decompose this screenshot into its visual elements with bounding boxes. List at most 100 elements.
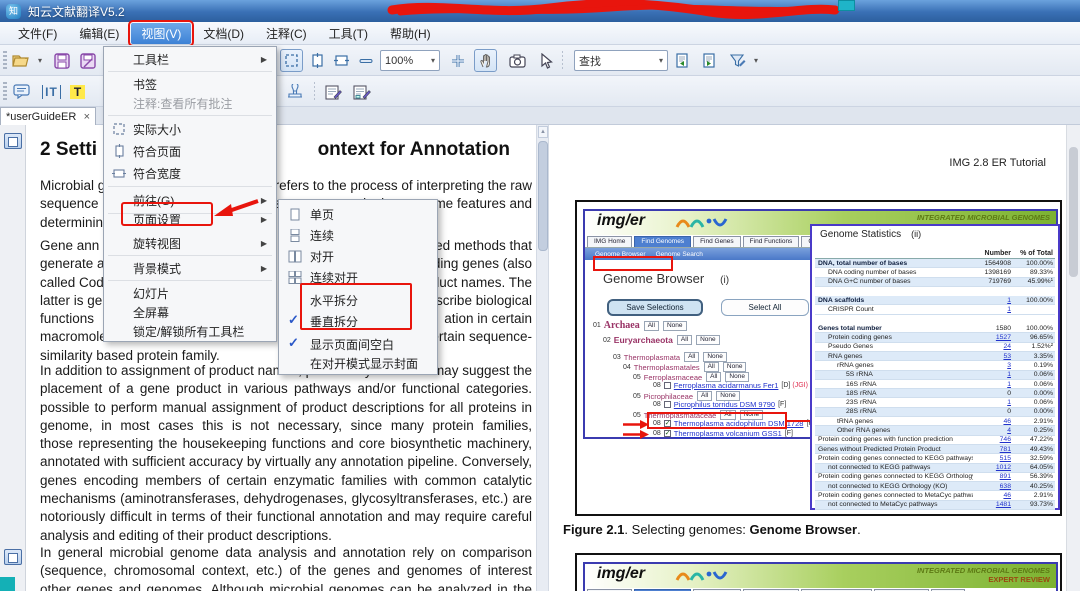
all-button[interactable]: All xyxy=(677,335,692,345)
edit-note-button[interactable] xyxy=(322,80,345,103)
stats-count-link[interactable]: 1 xyxy=(973,381,1011,388)
stats-count-link[interactable]: 53 xyxy=(973,353,1011,360)
scrollbar-thumb[interactable] xyxy=(538,141,548,251)
submenu-item-cover-facing[interactable]: 在对开模式显示封面 xyxy=(280,353,436,373)
insert-text-button[interactable]: IT xyxy=(40,80,63,103)
open-file-button[interactable] xyxy=(10,49,33,72)
view-menu-panel: 工具栏▶ 书签 注释:查看所有批注 实际大小 符合页面 符合宽度 前往(G)▶ … xyxy=(103,46,277,342)
menu-help[interactable]: 帮助(H) xyxy=(380,23,441,44)
snapshot-button[interactable] xyxy=(506,49,529,72)
submenu-item-single-page[interactable]: 单页 xyxy=(280,204,436,224)
zoom-out-button[interactable] xyxy=(354,49,377,72)
left-pane-scrollbar[interactable]: ▲ xyxy=(536,125,549,591)
fit-width-button[interactable] xyxy=(330,49,353,72)
save-selections-button[interactable]: Save Selections xyxy=(607,299,703,316)
submenu-item-facing[interactable]: 对开 xyxy=(280,246,436,266)
stats-count-link[interactable]: 4 xyxy=(973,427,1011,434)
menu-item-slideshow[interactable]: 幻灯片 xyxy=(105,283,275,304)
none-button[interactable]: None xyxy=(663,321,687,331)
stats-count-link[interactable]: 638 xyxy=(973,483,1011,490)
menu-annotation[interactable]: 注释(C) xyxy=(256,23,317,44)
menu-item-bookmarks[interactable]: 书签 xyxy=(105,74,275,95)
menu-edit[interactable]: 编辑(E) xyxy=(69,23,129,44)
filter-caret[interactable]: ▾ xyxy=(750,49,762,72)
actual-size-button[interactable] xyxy=(280,49,303,72)
toolbar-grip[interactable] xyxy=(3,51,7,70)
zoom-in-button[interactable] xyxy=(446,49,469,72)
open-file-caret[interactable]: ▾ xyxy=(34,49,46,72)
genome-checkbox[interactable] xyxy=(664,401,671,408)
stats-count-link[interactable]: 3 xyxy=(973,362,1011,369)
none-button[interactable]: None xyxy=(703,352,727,362)
nav-tab[interactable]: Find Genomes xyxy=(634,236,691,247)
stats-count-link[interactable]: 1481 xyxy=(973,501,1011,508)
right-pane-scrollbar[interactable] xyxy=(1066,125,1080,591)
menu-item-rotate-view[interactable]: 旋转视图▶ xyxy=(105,233,275,254)
zoom-level-combo[interactable]: 100% ▾ xyxy=(380,50,440,71)
tab-close-icon[interactable]: × xyxy=(84,112,90,122)
stats-count-link[interactable]: 746 xyxy=(973,436,1011,443)
genome-link[interactable]: Picrophilus torridus DSM 9790 xyxy=(674,400,775,409)
stats-count-link[interactable]: 1 xyxy=(973,399,1011,406)
menu-item-actual-size[interactable]: 实际大小 xyxy=(105,119,275,140)
edit-form-button[interactable] xyxy=(350,80,373,103)
find-previous-button[interactable] xyxy=(670,49,693,72)
nav-tab[interactable]: Find Functions xyxy=(743,236,800,247)
stats-count-link[interactable]: 1 xyxy=(973,306,1011,313)
select-tool-button[interactable] xyxy=(534,49,557,72)
highlight-text-button[interactable]: T xyxy=(66,80,89,103)
menu-item-fullscreen[interactable]: 全屏幕 xyxy=(105,302,275,323)
none-button[interactable]: None xyxy=(696,335,720,345)
menu-tools[interactable]: 工具(T) xyxy=(319,23,378,44)
select-all-button[interactable]: Select All xyxy=(721,299,809,316)
stats-count-link[interactable]: 1527 xyxy=(973,334,1011,341)
fit-page-button[interactable] xyxy=(306,49,329,72)
hand-tool-button[interactable] xyxy=(474,49,497,72)
none-button[interactable]: None xyxy=(723,362,747,372)
submenu-item-continuous[interactable]: 连续 xyxy=(280,225,436,245)
tree-row-picrophilus: 08 Picrophilus torridus DSM 9790 [F] xyxy=(653,400,786,409)
genome-checkbox[interactable] xyxy=(664,382,671,389)
stamp-button[interactable] xyxy=(283,80,306,103)
nav-tab[interactable]: Find Genes xyxy=(693,236,741,247)
filter-annotations-button[interactable] xyxy=(726,49,749,72)
all-button[interactable]: All xyxy=(644,321,659,331)
stats-count-link[interactable]: 891 xyxy=(973,473,1011,480)
all-button[interactable]: All xyxy=(704,362,719,372)
menu-file[interactable]: 文件(F) xyxy=(8,23,67,44)
bookmarks-panel-icon[interactable] xyxy=(4,549,22,565)
stats-count-link[interactable]: 781 xyxy=(973,446,1011,453)
menu-view[interactable]: 视图(V) xyxy=(131,23,191,44)
menu-item-fit-page[interactable]: 符合页面 xyxy=(105,141,275,162)
genome-checkbox-checked[interactable] xyxy=(664,430,671,437)
genome-link[interactable]: Ferroplasma acidarmanus Fer1 xyxy=(674,381,779,390)
menu-item-lock-toolbars[interactable]: 锁定/解锁所有工具栏 xyxy=(105,321,275,342)
all-button[interactable]: All xyxy=(684,352,699,362)
thumbnails-panel-icon[interactable] xyxy=(4,133,22,149)
stats-count-link[interactable]: 46 xyxy=(973,492,1011,499)
scroll-up-icon[interactable]: ▲ xyxy=(538,126,548,138)
toolbar-grip[interactable] xyxy=(3,82,7,101)
document-page-right[interactable]: IMG 2.8 ER Tutorial img/er INTEGRATED MI xyxy=(549,125,1080,591)
save-button[interactable] xyxy=(50,49,73,72)
stats-count-link[interactable]: 46 xyxy=(973,418,1011,425)
stats-count-link[interactable]: 1 xyxy=(973,297,1011,304)
stats-count-link[interactable]: 24 xyxy=(973,343,1011,350)
find-next-button[interactable] xyxy=(697,49,720,72)
nav-tab[interactable]: IMG Home xyxy=(587,236,632,247)
comment-button[interactable] xyxy=(10,80,33,103)
text-line: analysis and editing of their product de… xyxy=(40,527,532,545)
stats-count-link[interactable]: 515 xyxy=(973,455,1011,462)
save-as-button[interactable] xyxy=(76,49,99,72)
stats-count-link[interactable]: 1012 xyxy=(973,464,1011,471)
document-tab[interactable]: *userGuideER × xyxy=(0,107,96,125)
genome-link[interactable]: Thermoplasma volcanium GSS1 xyxy=(674,429,782,438)
submenu-item-show-gaps[interactable]: ✓ 显示页面间空白 xyxy=(280,334,436,354)
menu-item-toolbars[interactable]: 工具栏▶ xyxy=(105,49,275,70)
scrollbar-thumb[interactable] xyxy=(1069,147,1078,277)
stats-count-link[interactable]: 1 xyxy=(973,371,1011,378)
menu-document[interactable]: 文档(D) xyxy=(193,23,254,44)
find-input[interactable]: 查找 ▾ xyxy=(574,50,668,71)
menu-item-background-mode[interactable]: 背景模式▶ xyxy=(105,258,275,279)
menu-item-fit-width[interactable]: 符合宽度 xyxy=(105,163,275,184)
